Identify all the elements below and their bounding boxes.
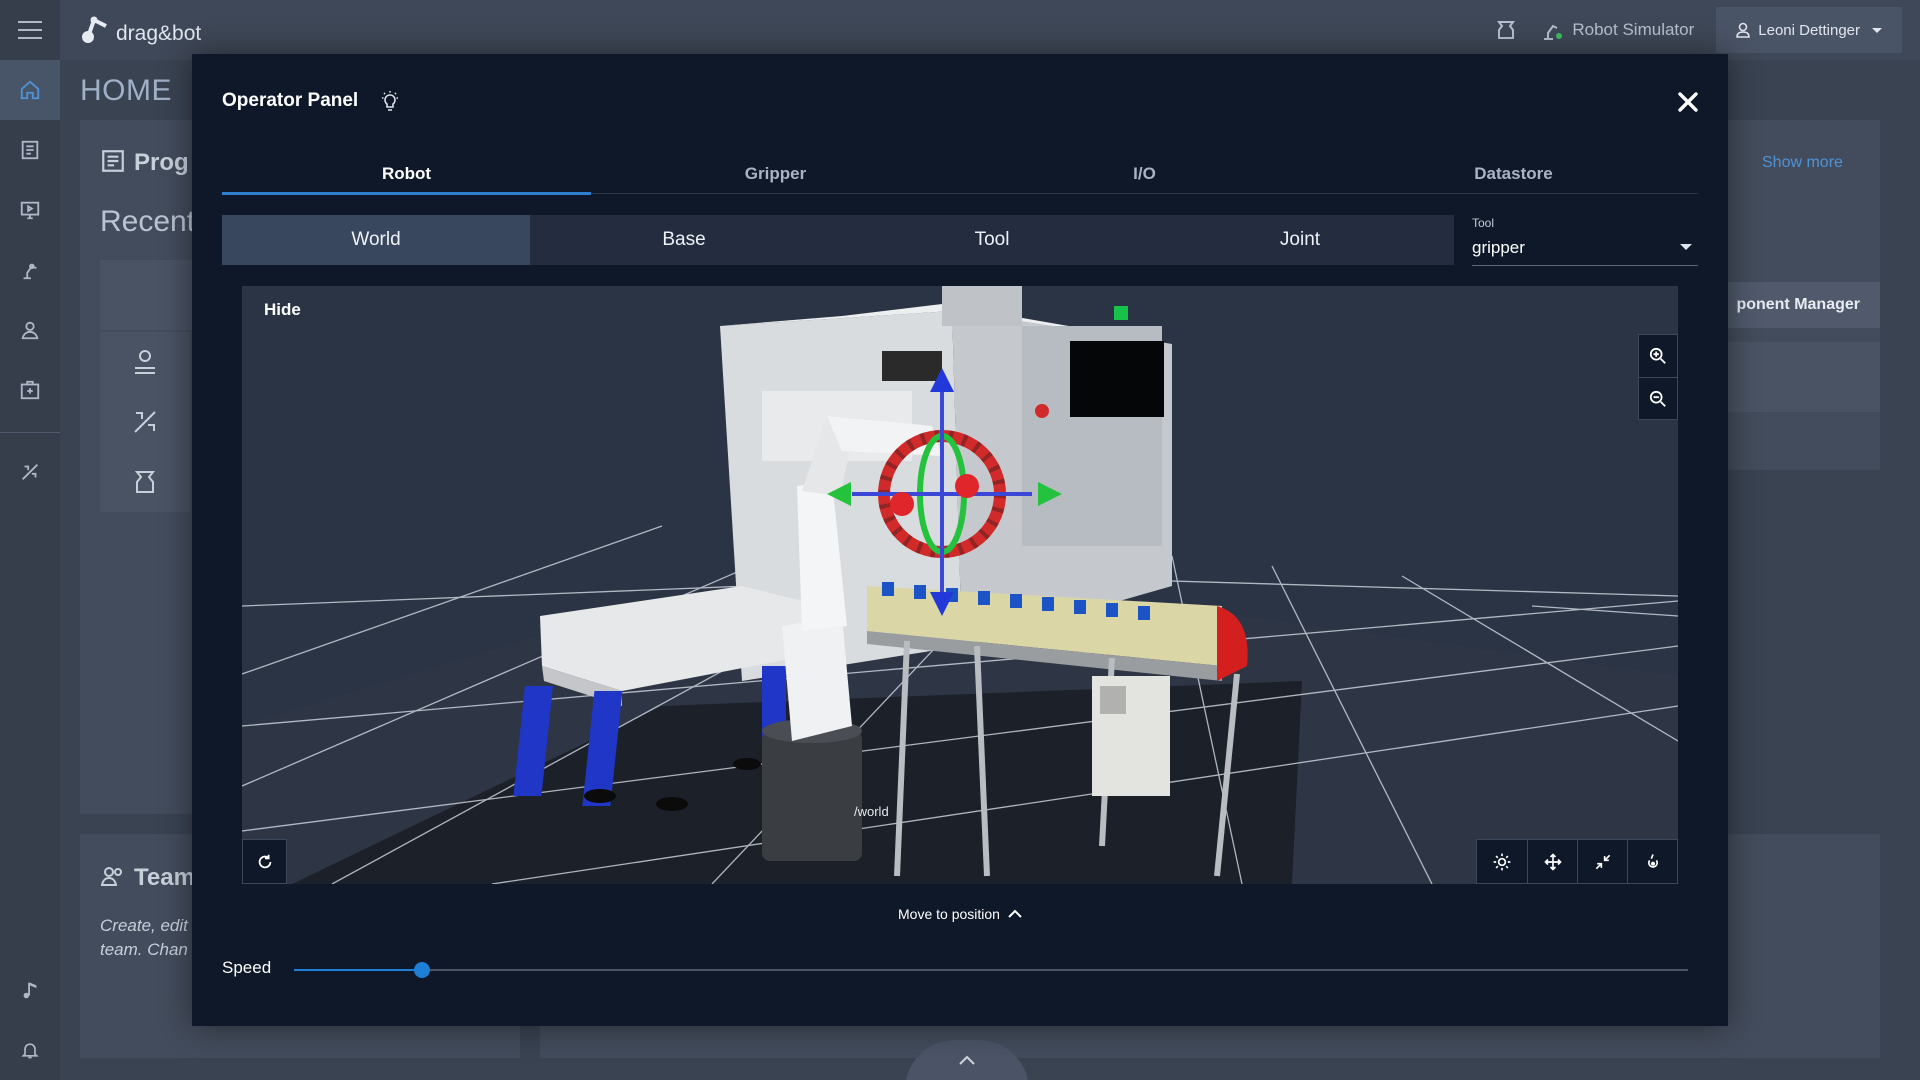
collapse-icon[interactable] (1577, 840, 1627, 883)
lightbulb-icon[interactable] (380, 90, 400, 112)
brand-name: drag&bot (116, 22, 202, 45)
dropdown-caret-icon (1680, 244, 1692, 250)
recent-label: Recent (100, 205, 196, 238)
tools-icon[interactable] (0, 442, 60, 502)
robot-arm-icon[interactable] (0, 240, 60, 300)
user-menu-button[interactable]: Leoni Dettinger (1716, 7, 1902, 53)
package-icon[interactable] (0, 360, 60, 420)
view-settings-icon[interactable] (1477, 840, 1527, 883)
tab-robot[interactable]: Robot (222, 154, 591, 195)
robot-mode-icon[interactable] (100, 332, 190, 392)
chevron-down-icon (1872, 27, 1882, 33)
robot-cell-scene (242, 286, 1678, 884)
zoom-in-icon[interactable] (1639, 335, 1677, 377)
home-icon[interactable] (0, 60, 60, 120)
show-more-link[interactable]: Show more (1762, 154, 1843, 172)
robot-simulator-icon (1544, 24, 1563, 40)
drag-and-bot-logo-icon (82, 16, 107, 43)
team-icon (100, 867, 122, 886)
tool-select[interactable]: Tool gripper (1472, 216, 1698, 266)
speed-slider-thumb[interactable] (414, 962, 431, 978)
frame-joint-button[interactable]: Joint (1146, 215, 1454, 265)
move-to-position-toggle[interactable]: Move to position (192, 906, 1728, 922)
tool-select-value: gripper (1472, 238, 1525, 257)
workcell-button[interactable] (1494, 19, 1518, 41)
frame-base-button[interactable]: Base (530, 215, 838, 265)
modal-header: Operator Panel (222, 90, 400, 112)
panel-tabs: Robot Gripper I/O Datastore (222, 154, 1698, 195)
zoom-controls (1638, 334, 1678, 420)
speed-label: Speed (222, 958, 272, 977)
recent-header-row (100, 260, 192, 330)
operator-panel-modal: Operator Panel Robot Gripper I/O Datasto… (192, 54, 1728, 1026)
programs-card-title: Prog (100, 148, 189, 177)
close-icon[interactable] (1676, 90, 1700, 114)
top-right-controls: Robot Simulator Leoni Dettinger (1494, 0, 1920, 60)
app-logo[interactable]: drag&bot (80, 12, 201, 46)
rail-divider (0, 432, 60, 433)
monitor-icon[interactable] (0, 180, 60, 240)
robot-3d-viewport[interactable]: Hide /world (242, 286, 1678, 884)
calibration-icon[interactable] (100, 392, 190, 452)
programs-icon[interactable] (0, 120, 60, 180)
side-rail (0, 0, 60, 1080)
tool-select-label: Tool (1472, 216, 1495, 230)
speed-control: Speed (222, 954, 1698, 984)
workcell-tile-icon[interactable] (100, 452, 190, 512)
tab-io[interactable]: I/O (960, 154, 1329, 193)
team-icon[interactable] (0, 300, 60, 360)
user-name: Leoni Dettinger (1758, 21, 1860, 39)
user-icon (1736, 22, 1751, 38)
music-note-icon[interactable] (0, 960, 60, 1020)
workcell-icon (1497, 21, 1516, 39)
tab-gripper[interactable]: Gripper (591, 154, 960, 193)
zoom-out-icon[interactable] (1639, 377, 1677, 419)
bell-icon[interactable] (0, 1020, 60, 1080)
move-gizmo-icon[interactable] (1527, 840, 1577, 883)
team-card-title: Team (100, 864, 195, 892)
team-description: Create, edit team. Chan (100, 916, 188, 959)
robot-simulator-label: Robot Simulator (1572, 20, 1695, 39)
frame-world-button[interactable]: World (222, 215, 530, 265)
reset-view-icon[interactable] (242, 839, 287, 884)
coordinate-frame-selector: World Base Tool Joint (222, 215, 1454, 265)
hide-button[interactable]: Hide (264, 300, 301, 320)
menu-icon[interactable] (18, 21, 42, 39)
component-list (1728, 342, 1880, 412)
modal-title: Operator Panel (222, 90, 359, 111)
grip-touch-icon[interactable] (1627, 840, 1677, 883)
component-manager-button[interactable]: ponent Manager (1728, 282, 1880, 328)
speed-slider-fill (294, 969, 423, 971)
chevron-up-icon (959, 1055, 975, 1065)
page-title: HOME (80, 74, 172, 107)
world-frame-label: /world (854, 804, 889, 819)
chevron-up-icon (1008, 909, 1022, 918)
robot-simulator-button[interactable]: Robot Simulator (1540, 18, 1694, 42)
frame-tool-button[interactable]: Tool (838, 215, 1146, 265)
view-toolbar (1476, 839, 1678, 884)
tab-datastore[interactable]: Datastore (1329, 154, 1698, 193)
speed-slider[interactable] (294, 962, 1688, 978)
move-to-position-label: Move to position (898, 906, 1000, 922)
programs-icon (102, 150, 124, 172)
